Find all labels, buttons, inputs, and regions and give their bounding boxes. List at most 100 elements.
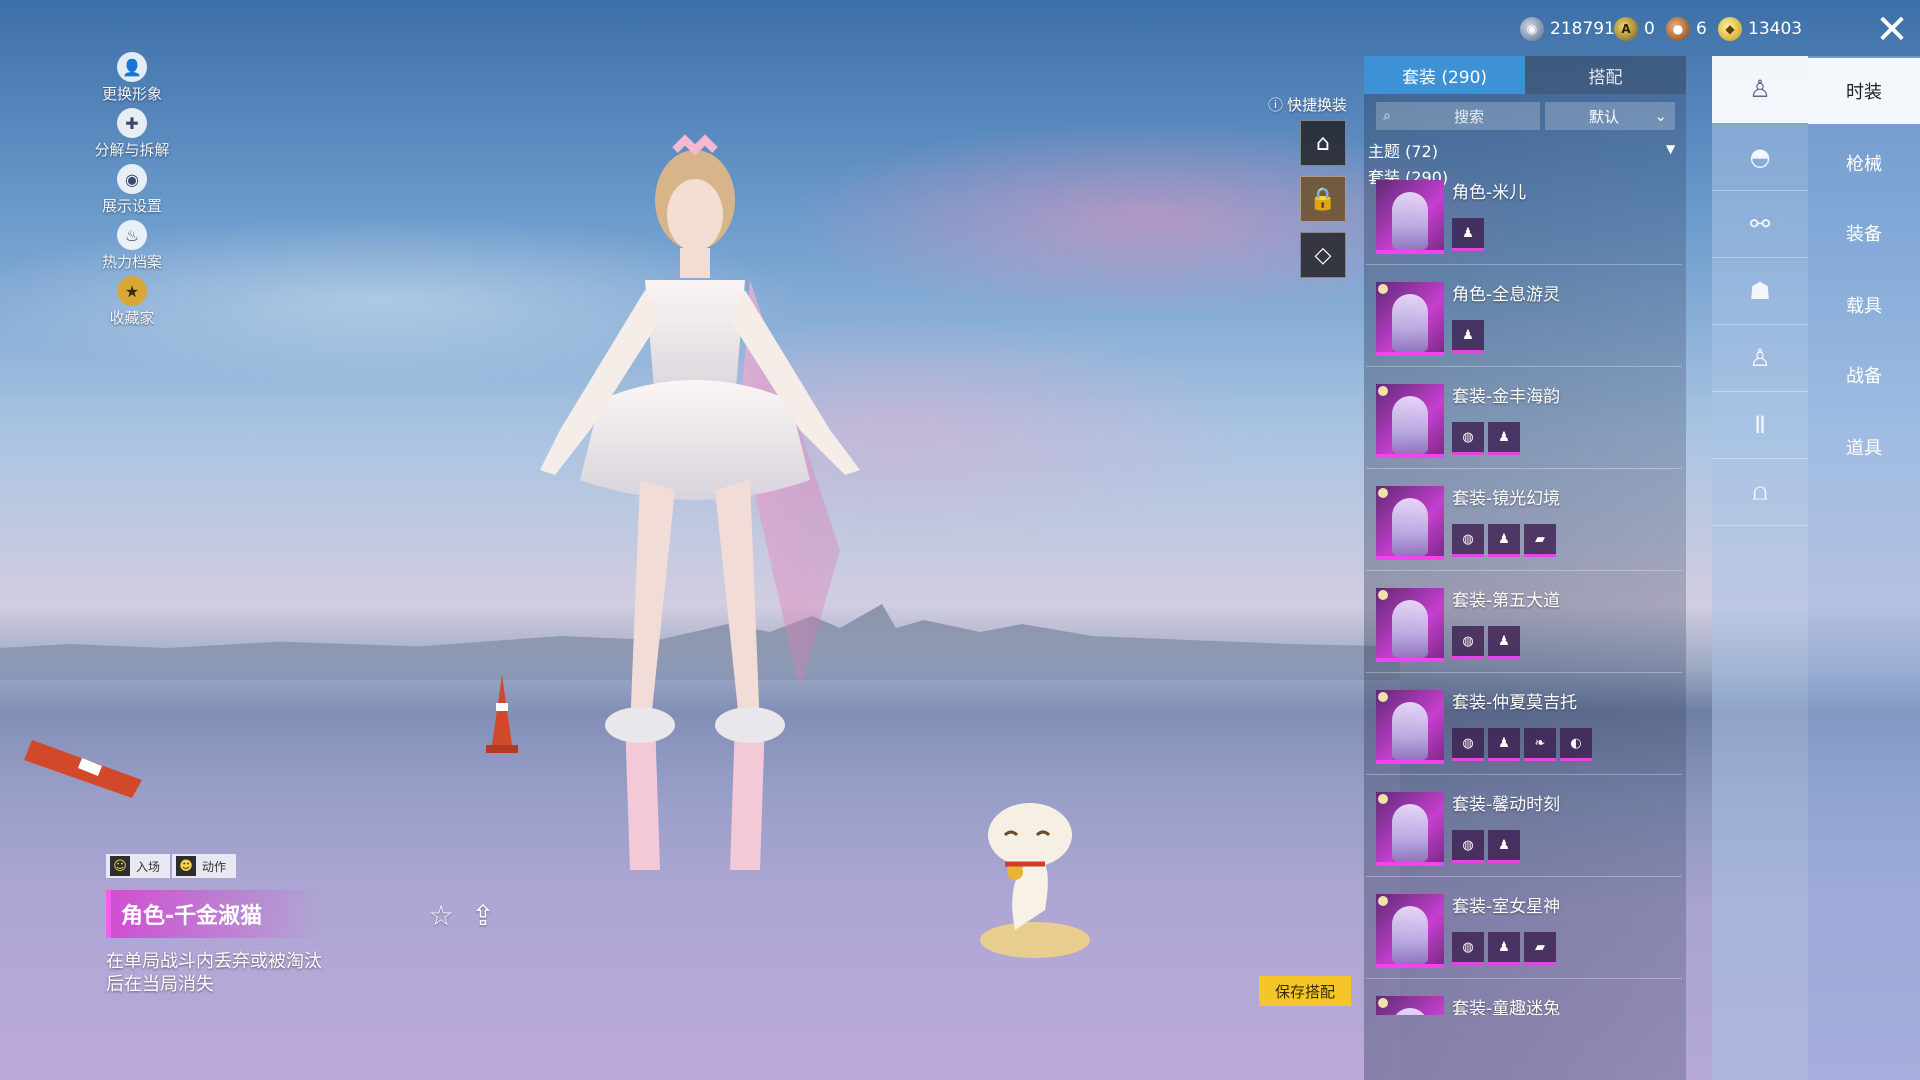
list-item[interactable]: 套装-童趣迷兔 bbox=[1366, 984, 1682, 1015]
lock-slot-button[interactable]: 🔒 bbox=[1300, 176, 1346, 222]
menu-change-appearance[interactable]: 👤 更换形象 bbox=[92, 52, 172, 108]
part-icon: ◐ bbox=[1560, 728, 1592, 761]
outfit-thumbnail bbox=[1376, 792, 1444, 866]
side-nav-combat-gear[interactable]: 战备 bbox=[1808, 342, 1920, 408]
mask-icon[interactable]: ☗ bbox=[1712, 258, 1808, 325]
part-icon: ❧ bbox=[1524, 728, 1556, 761]
side-nav-equipment[interactable]: 装备 bbox=[1808, 200, 1920, 266]
search-input[interactable]: ⌕ 搜索 bbox=[1376, 102, 1540, 130]
helmet-icon[interactable]: ◓ bbox=[1712, 124, 1808, 191]
lock-icon[interactable]: 🔒 bbox=[1309, 187, 1336, 212]
part-icon: ◍ bbox=[1452, 626, 1484, 659]
outfit-parts: ♟ bbox=[1452, 218, 1484, 251]
smile-icon: ☺ bbox=[110, 856, 130, 876]
part-icon: ◍ bbox=[1452, 524, 1484, 557]
currency-uc: ◉ 218791 bbox=[1520, 14, 1615, 44]
eye-icon[interactable]: ◉ bbox=[117, 164, 147, 194]
sort-dropdown[interactable]: 默认 ⌄ bbox=[1545, 102, 1675, 130]
currency-bronze: ● 6 bbox=[1666, 14, 1707, 44]
side-nav-vehicles[interactable]: 载具 bbox=[1808, 272, 1920, 338]
list-item[interactable]: 套装-仲夏莫吉托 ◍ ♟ ❧ ◐ bbox=[1366, 678, 1682, 775]
badge-icon[interactable]: ★ bbox=[117, 276, 147, 306]
side-nav-guns[interactable]: 枪械 bbox=[1808, 130, 1920, 196]
puzzle-icon[interactable]: ✚ bbox=[117, 108, 147, 138]
outfit-thumbnail bbox=[1376, 384, 1444, 458]
pants-icon[interactable]: Ⅱ bbox=[1712, 392, 1808, 459]
wardrobe-icon[interactable]: ⌂ bbox=[1316, 131, 1330, 156]
part-icon: ◍ bbox=[1452, 728, 1484, 761]
save-outfit-button[interactable]: 保存搭配 bbox=[1259, 976, 1351, 1006]
outfit-description: 在单局战斗内丢弃或被淘汰后在当局消失 bbox=[106, 951, 322, 995]
part-icon: ♟ bbox=[1452, 320, 1484, 353]
section-expand-icon[interactable]: ▼ bbox=[1666, 142, 1675, 156]
part-icon: ♟ bbox=[1488, 932, 1520, 965]
preview-tags: ☺ 入场 ☻ 动作 bbox=[106, 854, 237, 878]
uc-coin-icon: ◉ bbox=[1520, 17, 1544, 41]
tab-match[interactable]: 搭配 bbox=[1525, 56, 1686, 94]
favorite-star-icon[interactable]: ☆ bbox=[424, 898, 458, 932]
outfit-thumbnail bbox=[1376, 588, 1444, 662]
diamond-slot-button[interactable]: ◇ bbox=[1300, 232, 1346, 278]
outfit-parts: ◍ ♟ bbox=[1452, 626, 1520, 659]
traffic-cone bbox=[24, 740, 142, 798]
left-menu: 👤 更换形象 ✚ 分解与拆解 ◉ 展示设置 ♨ 热力档案 ★ 收藏家 bbox=[92, 52, 172, 332]
help-icon[interactable]: ⓘ bbox=[1268, 94, 1283, 115]
section-theme[interactable]: 主题 (72) bbox=[1368, 138, 1438, 162]
part-icon: ♟ bbox=[1488, 626, 1520, 659]
list-item[interactable]: 角色-米儿 ♟ bbox=[1366, 180, 1682, 265]
menu-heat-record[interactable]: ♨ 热力档案 bbox=[92, 220, 172, 276]
action-tag-button[interactable]: ☻ 动作 bbox=[172, 854, 237, 878]
outfit-thumbnail bbox=[1376, 180, 1444, 254]
menu-display-settings[interactable]: ◉ 展示设置 bbox=[92, 164, 172, 220]
outfit-parts: ◍ ♟ ▰ bbox=[1452, 932, 1556, 965]
outfit-thumbnail bbox=[1376, 486, 1444, 560]
character-model bbox=[540, 134, 860, 870]
list-item[interactable]: 套装-馨动时刻 ◍ ♟ bbox=[1366, 780, 1682, 877]
person-icon[interactable]: 👤 bbox=[117, 52, 147, 82]
flame-icon[interactable]: ♨ bbox=[117, 220, 147, 250]
share-icon[interactable]: ⇪ bbox=[466, 898, 500, 932]
chevron-down-icon: ⌄ bbox=[1654, 107, 1667, 125]
glasses-icon[interactable]: ⚯ bbox=[1712, 191, 1808, 258]
part-icon: ♟ bbox=[1488, 728, 1520, 761]
side-nav-fashion[interactable]: 时装 bbox=[1808, 58, 1920, 124]
outfit-list[interactable]: 角色-米儿 ♟ 角色-全息游灵 ♟ 套装-金丰海韵 ◍ ♟ 套装-镜光幻境 ◍ … bbox=[1366, 180, 1682, 1015]
menu-collector[interactable]: ★ 收藏家 bbox=[92, 276, 172, 332]
side-nav-items[interactable]: 道具 bbox=[1808, 414, 1920, 480]
outfit-thumbnail bbox=[1376, 894, 1444, 968]
ag-coin-icon: A bbox=[1614, 17, 1638, 41]
part-icon: ♟ bbox=[1452, 218, 1484, 251]
part-icon: ♟ bbox=[1488, 524, 1520, 557]
entry-tag-button[interactable]: ☺ 入场 bbox=[106, 854, 171, 878]
quick-change-label[interactable]: ⓘ 快捷换装 bbox=[1268, 94, 1347, 115]
menu-decompose[interactable]: ✚ 分解与拆解 bbox=[92, 108, 172, 164]
outfit-icon[interactable]: ♙ bbox=[1712, 56, 1808, 123]
outfit-thumbnail bbox=[1376, 996, 1444, 1015]
close-icon[interactable]: ✕ bbox=[1875, 7, 1909, 53]
panel-tabs: 套装 (290) 搭配 bbox=[1364, 56, 1686, 94]
outfit-thumbnail bbox=[1376, 690, 1444, 764]
list-item[interactable]: 套装-第五大道 ◍ ♟ bbox=[1366, 576, 1682, 673]
outfit-parts: ♟ bbox=[1452, 320, 1484, 353]
list-item[interactable]: 角色-全息游灵 ♟ bbox=[1366, 270, 1682, 367]
part-icon: ♟ bbox=[1488, 830, 1520, 863]
part-icon: ▰ bbox=[1524, 932, 1556, 965]
action-icon: ☻ bbox=[176, 856, 197, 876]
list-item[interactable]: 套装-室女星神 ◍ ♟ ▰ bbox=[1366, 882, 1682, 979]
outfit-parts: ◍ ♟ ▰ bbox=[1452, 524, 1556, 557]
tab-suits[interactable]: 套装 (290) bbox=[1364, 56, 1525, 94]
diamond-icon[interactable]: ◇ bbox=[1315, 243, 1332, 268]
pet-snake bbox=[980, 803, 1090, 958]
outfit-title: 角色-千金淑猫 bbox=[106, 890, 321, 938]
top-icon[interactable]: ♙ bbox=[1712, 325, 1808, 392]
part-icon: ◍ bbox=[1452, 422, 1484, 455]
list-item[interactable]: 套装-金丰海韵 ◍ ♟ bbox=[1366, 372, 1682, 469]
close-button[interactable]: ✕ bbox=[1870, 8, 1914, 52]
list-item[interactable]: 套装-镜光幻境 ◍ ♟ ▰ bbox=[1366, 474, 1682, 571]
part-icon: ▰ bbox=[1524, 524, 1556, 557]
outfit-parts: ◍ ♟ bbox=[1452, 422, 1520, 455]
wardrobe-button[interactable]: ⌂ bbox=[1300, 120, 1346, 166]
shoes-icon[interactable]: ⩍ bbox=[1712, 459, 1808, 526]
outfit-parts: ◍ ♟ ❧ ◐ bbox=[1452, 728, 1592, 761]
part-icon: ◍ bbox=[1452, 830, 1484, 863]
